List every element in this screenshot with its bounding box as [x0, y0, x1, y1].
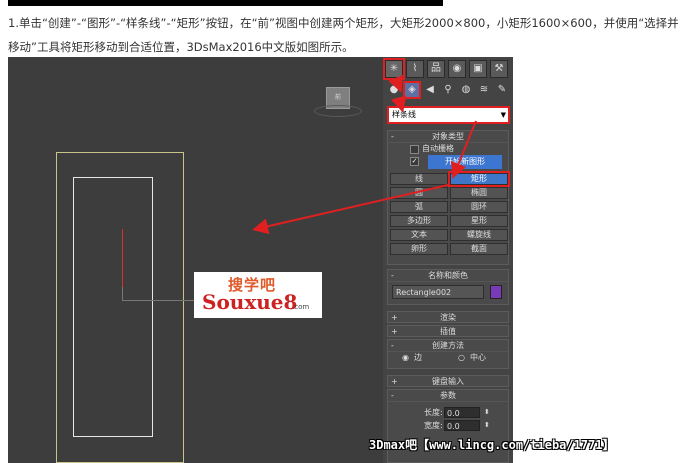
arrow-to-rectangle-button [451, 120, 477, 179]
arrow-to-shapes-icon [388, 74, 403, 93]
arrow-to-viewport [252, 184, 449, 235]
arrow-to-dropdown [391, 95, 407, 113]
watermark-text: 3Dmax吧【www.lincg.com/tieba/1771】 [369, 438, 615, 452]
caption-text: 1.单击“创建”-“图形”-“样条线”-“矩形”按钮，在“前”视图中创建两个矩形… [8, 16, 679, 54]
app-screenshot: 前 搜学吧 Souxue8 .com ✳ ⌇ 品 ◉ ▣ ⚒ ● ◈ ◀ ⚲ ◍… [8, 57, 513, 463]
annotation-arrows [252, 74, 477, 235]
top-bar [8, 0, 443, 6]
